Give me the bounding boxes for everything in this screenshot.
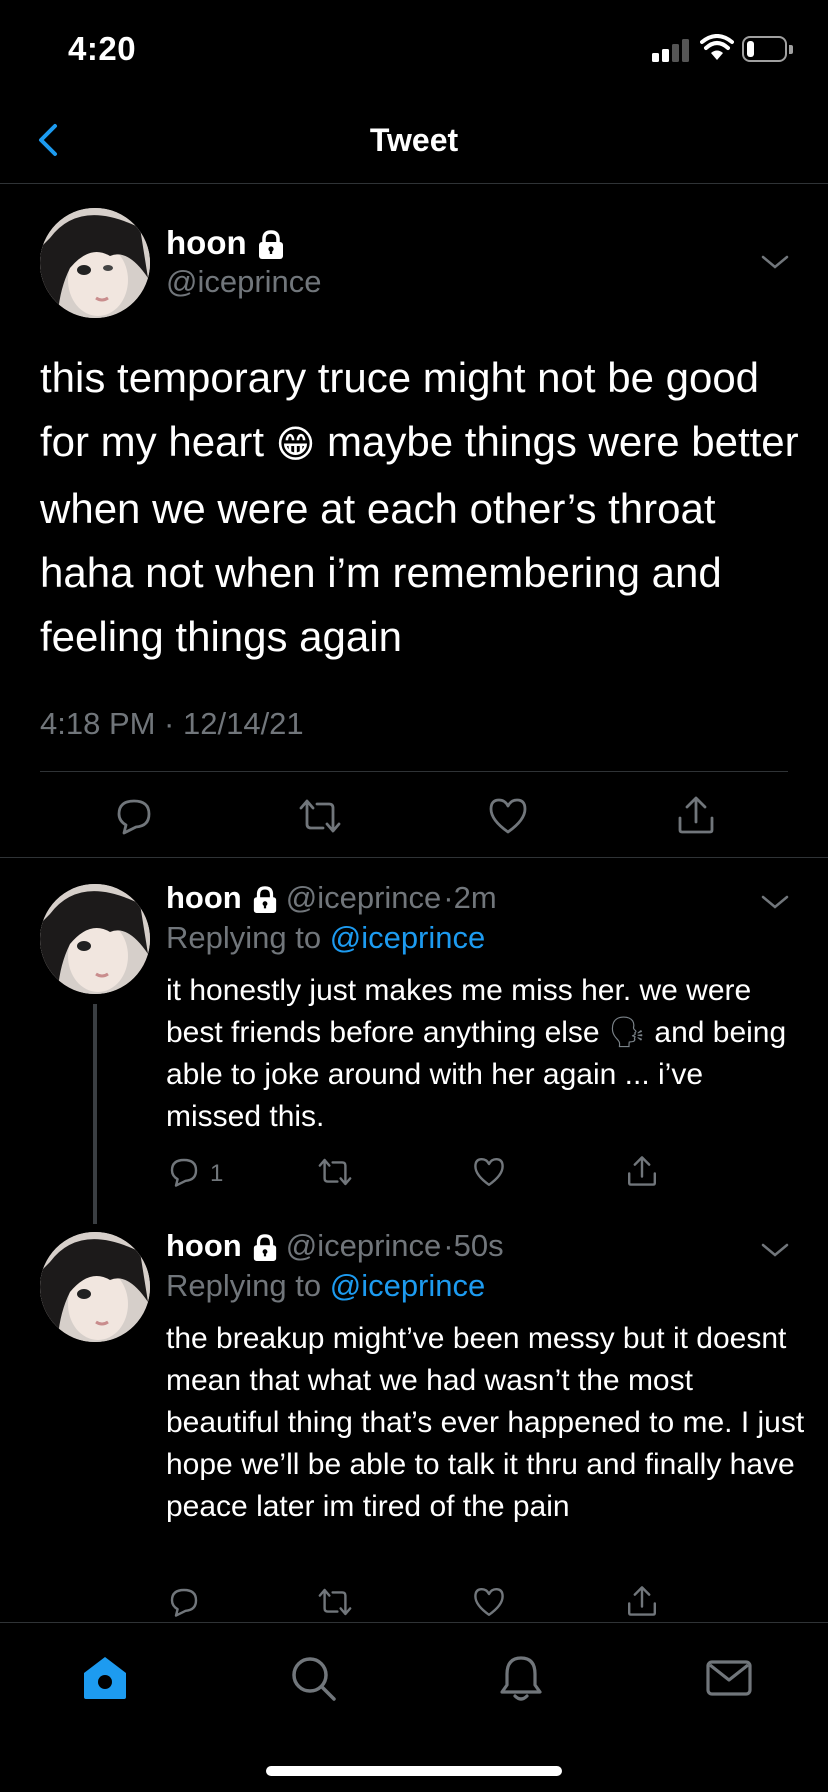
avatar[interactable] [40,208,150,318]
home-icon[interactable] [80,1653,130,1703]
messages-icon[interactable] [704,1653,754,1703]
like-icon[interactable] [472,1586,506,1618]
replying-to-label: Replying to [166,920,330,955]
reply-author-name[interactable]: hoon [166,1228,242,1263]
reply-time: 50s [453,1228,504,1263]
lock-icon [253,886,276,913]
replying-to: Replying to @iceprince [166,1268,485,1304]
reply-icon[interactable] [168,1586,200,1618]
retweet-icon[interactable] [297,796,343,836]
lock-icon [258,230,283,260]
grinning-face-emoji: 😁 [275,423,316,466]
like-icon[interactable] [472,1156,506,1188]
share-icon[interactable] [626,1584,658,1618]
separator-dot: · [443,880,454,915]
retweet-icon[interactable] [316,1156,354,1188]
reply-author-handle[interactable]: @iceprince [286,880,442,915]
reply-text: the breakup might’ve been messy but it d… [166,1322,805,1523]
reply-author-name[interactable]: hoon [166,880,242,915]
replying-to-label: Replying to [166,1268,330,1303]
chevron-down-icon[interactable] [760,1240,790,1260]
tweet-text: this temporary truce might not be good f… [40,346,800,669]
battery-icon [742,36,793,62]
lock-icon [253,1234,276,1261]
mention-link[interactable]: @iceprince [330,920,486,955]
status-bar: 4:20 [0,0,828,100]
avatar[interactable] [40,1232,150,1342]
thread-line [93,1004,97,1224]
page-title: Tweet [369,122,459,158]
wifi-icon [700,34,734,60]
reply-header: hoon @iceprince·50s [166,1228,504,1264]
notifications-icon[interactable] [496,1653,546,1703]
home-indicator[interactable] [266,1766,562,1776]
chevron-down-icon[interactable] [760,892,790,912]
nav-header: Tweet [0,100,828,184]
status-time: 4:20 [68,30,137,67]
reply-text: it honestly just makes me miss her. we w… [166,970,796,1138]
author-name-text: hoon [166,224,247,261]
reply-actions [166,1584,686,1624]
reply-icon[interactable] [114,796,154,836]
reply-header: hoon @iceprince·2m [166,880,497,916]
replying-to: Replying to @iceprince [166,920,485,956]
search-icon[interactable] [288,1653,338,1703]
like-icon[interactable] [487,796,529,836]
share-icon[interactable] [626,1154,658,1188]
retweet-icon[interactable] [316,1586,354,1618]
mention-link[interactable]: @iceprince [330,1268,486,1303]
reply-author-handle[interactable]: @iceprince [286,1228,442,1263]
cellular-signal-icon [652,38,692,62]
tweet-actions [0,772,828,858]
reply-count: 1 [210,1160,224,1187]
separator-dot: · [443,1228,454,1263]
avatar[interactable] [40,884,150,994]
battery-level [747,41,754,57]
reply-actions: 1 [166,1154,686,1194]
reply-icon[interactable] [168,1156,200,1188]
reply-time: 2m [453,880,497,915]
tweet-timestamp[interactable]: 4:18 PM · 12/14/21 [40,706,304,742]
author-name[interactable]: hoon [166,224,285,262]
speaking-head-emoji: 🗣 [607,1016,647,1049]
share-icon[interactable] [676,794,716,836]
author-handle[interactable]: @iceprince [166,264,322,300]
chevron-down-icon[interactable] [760,252,790,272]
